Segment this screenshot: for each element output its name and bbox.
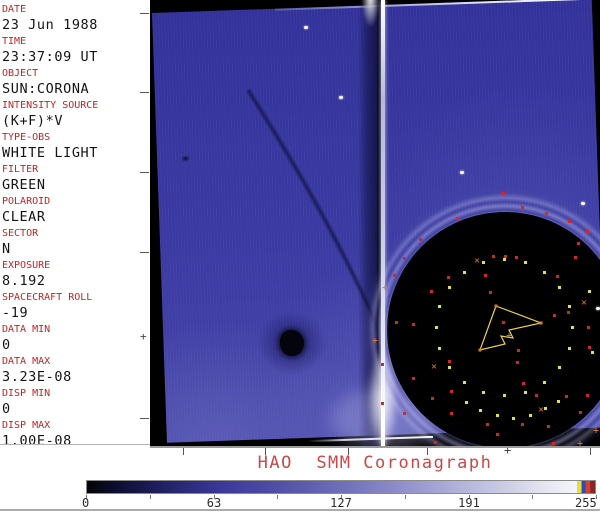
meta-label: TYPE-OBS xyxy=(2,132,51,143)
meta-label: POLAROID xyxy=(2,196,51,207)
meta-value: SUN:CORONA xyxy=(2,81,90,97)
colorbar-label-191: 191 xyxy=(458,496,480,510)
left-axis-tick xyxy=(140,13,149,14)
meta-item-disp-max: DISP MAX 1.00E-08 xyxy=(0,420,150,452)
meta-item-spacecraft-roll: SPACECRAFT ROLL -19 xyxy=(0,292,150,324)
meta-value: 0 xyxy=(2,401,11,417)
meta-value: WHITE LIGHT xyxy=(2,145,99,161)
meta-value: N xyxy=(2,241,11,257)
coronagraph-image-viewport: × × × × + + + + + xyxy=(150,0,600,447)
meta-value: 1.00E-08 xyxy=(2,433,72,449)
meta-value: 23:37:09 UT xyxy=(2,49,99,65)
meta-label: FILTER xyxy=(2,164,39,175)
meta-value: 8.192 xyxy=(2,273,46,289)
meta-value: CLEAR xyxy=(2,209,46,225)
meta-label: DISP MAX xyxy=(2,420,51,431)
colorbar-tick xyxy=(149,495,151,499)
left-axis-plus: + xyxy=(140,330,147,343)
colorbar-tick xyxy=(532,495,534,499)
colorbar-label-63: 63 xyxy=(206,496,222,510)
polygon-vertex xyxy=(478,348,482,352)
meta-item-exposure: EXPOSURE 8.192 xyxy=(0,260,150,292)
polygon-vertex xyxy=(494,304,498,308)
colorbar-gradient xyxy=(86,480,596,494)
colorbar-label-0: 0 xyxy=(82,496,90,510)
meta-item-intensity-source: INTENSITY SOURCE (K+F)*V xyxy=(0,100,150,132)
sidebar-baseline xyxy=(0,444,150,445)
meta-label: DATE xyxy=(2,4,27,15)
meta-item-disp-min: DISP MIN 0 xyxy=(0,388,150,420)
image-baseline xyxy=(150,446,600,448)
meta-label: DISP MIN xyxy=(2,388,51,399)
meta-item-polaroid: POLAROID CLEAR xyxy=(0,196,150,228)
meta-item-sector: SECTOR N xyxy=(0,228,150,260)
colorbar-tick xyxy=(277,495,279,499)
meta-item-object: OBJECT SUN:CORONA xyxy=(0,68,150,100)
meta-label: OBJECT xyxy=(2,68,39,79)
meta-item-date: DATE 23 Jun 1988 xyxy=(0,4,150,36)
meta-label: TIME xyxy=(2,36,27,47)
meta-item-time: TIME 23:37:09 UT xyxy=(0,36,150,68)
image-title: HAO SMM Coronagraph xyxy=(257,453,493,473)
smm-coronagraph-viewer: DATE 23 Jun 1988 TIME 23:37:09 UT OBJECT… xyxy=(0,0,600,512)
left-axis-tick xyxy=(140,92,149,93)
left-axis-tick xyxy=(140,252,149,253)
left-axis-tick xyxy=(140,172,149,173)
meta-item-type-obs: TYPE-OBS WHITE LIGHT xyxy=(0,132,150,164)
left-axis-tick xyxy=(140,418,149,419)
meta-label: DATA MAX xyxy=(2,356,51,367)
polygon-vertex xyxy=(539,321,543,325)
meta-value: GREEN xyxy=(2,177,46,193)
colorbar-label-127: 127 xyxy=(330,496,352,510)
metadata-panel: DATE 23 Jun 1988 TIME 23:37:09 UT OBJECT… xyxy=(0,4,150,452)
meta-value: 3.23E-08 xyxy=(2,369,72,385)
meta-label: INTENSITY SOURCE xyxy=(2,100,99,111)
window-bottom-line xyxy=(0,509,600,511)
meta-label: SPACECRAFT ROLL xyxy=(2,292,93,303)
colorbar-tick xyxy=(404,495,406,499)
meta-item-filter: FILTER GREEN xyxy=(0,164,150,196)
meta-item-data-max: DATA MAX 3.23E-08 xyxy=(0,356,150,388)
meta-value: (K+F)*V xyxy=(2,113,64,129)
fiducial-polygon xyxy=(478,304,544,352)
meta-label: SECTOR xyxy=(2,228,39,239)
meta-value: 0 xyxy=(2,337,11,353)
meta-value: -19 xyxy=(2,305,29,321)
meta-label: EXPOSURE xyxy=(2,260,51,271)
meta-value: 23 Jun 1988 xyxy=(2,17,99,33)
meta-item-data-min: DATA MIN 0 xyxy=(0,324,150,356)
colorbar-label-255: 255 xyxy=(575,496,597,510)
meta-label: DATA MIN xyxy=(2,324,51,335)
